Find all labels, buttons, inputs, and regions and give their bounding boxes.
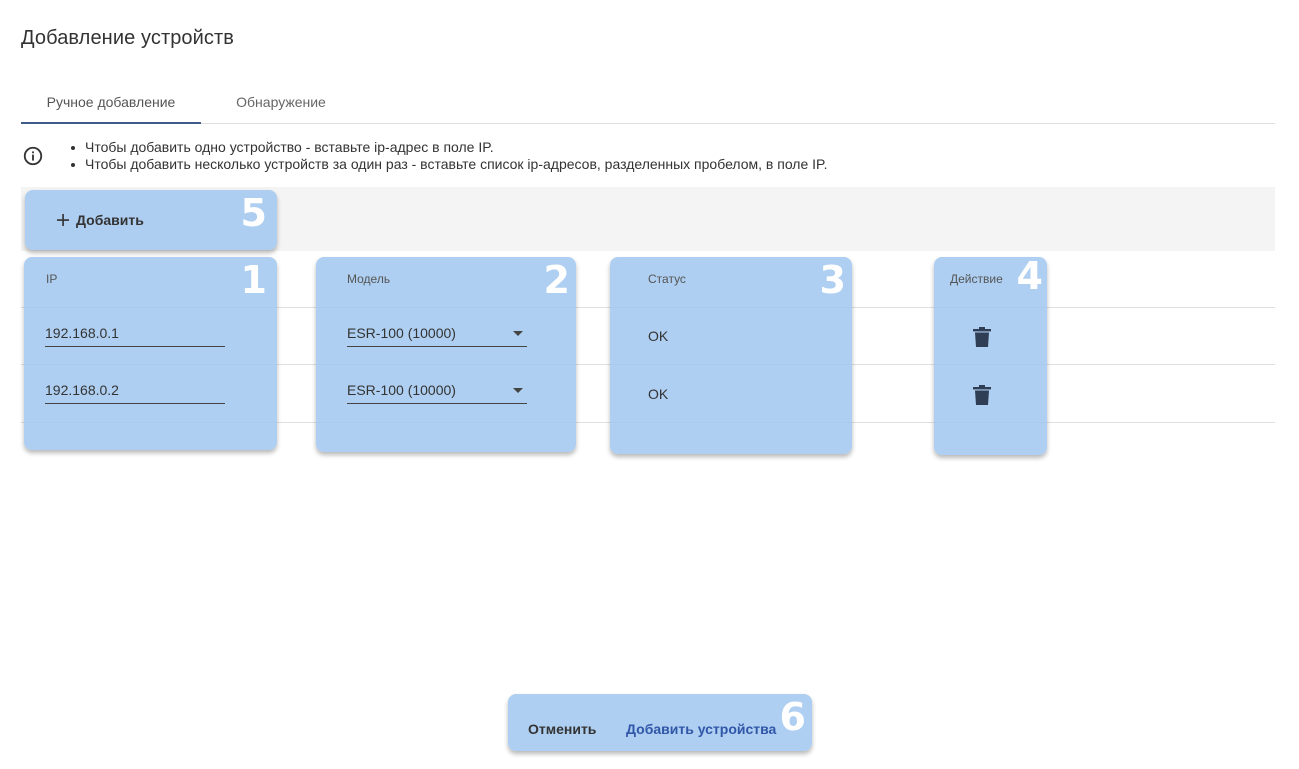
column-header-model: Модель bbox=[347, 272, 391, 286]
column-header-action: Действие bbox=[950, 272, 1003, 286]
callout-number: 5 bbox=[240, 191, 267, 235]
model-select[interactable]: ESR-100 (10000) bbox=[347, 323, 527, 347]
add-row-label: Добавить bbox=[76, 212, 144, 228]
caret-down-icon bbox=[513, 388, 523, 393]
ip-input[interactable]: 192.168.0.2 bbox=[45, 380, 225, 404]
callout-number: 4 bbox=[1016, 254, 1043, 298]
trash-icon[interactable] bbox=[973, 385, 991, 405]
status-text: OK bbox=[648, 386, 669, 402]
hint-list: Чтобы добавить одно устройство - вставьт… bbox=[70, 139, 828, 173]
trash-icon[interactable] bbox=[973, 327, 991, 347]
caret-down-icon bbox=[513, 331, 523, 336]
callout-highlight-model: 2 bbox=[316, 257, 576, 452]
column-header-ip: IP bbox=[46, 272, 58, 286]
callout-number: 1 bbox=[240, 258, 267, 302]
tab-manual-add[interactable]: Ручное добавление bbox=[21, 80, 201, 124]
cancel-button[interactable]: Отменить bbox=[520, 716, 604, 742]
tab-discovery[interactable]: Обнаружение bbox=[211, 80, 351, 123]
hint-single: Чтобы добавить одно устройство - вставьт… bbox=[70, 139, 827, 156]
info-icon bbox=[23, 146, 43, 166]
callout-highlight-ip: 1 bbox=[24, 257, 277, 450]
dialog-title: Добавление устройств bbox=[21, 27, 235, 49]
column-header-status: Статус bbox=[648, 272, 686, 286]
plus-icon bbox=[57, 214, 69, 226]
tab-bar: Ручное добавление Обнаружение bbox=[21, 80, 1275, 124]
callout-number: 6 bbox=[779, 695, 806, 739]
callout-number: 2 bbox=[543, 258, 570, 302]
ip-input[interactable]: 192.168.0.1 bbox=[45, 323, 225, 347]
model-select-value: ESR-100 (10000) bbox=[347, 325, 456, 341]
callout-number: 3 bbox=[819, 258, 846, 302]
status-text: OK bbox=[648, 328, 669, 344]
callout-highlight-action: 4 bbox=[934, 257, 1047, 455]
hint-multiple: Чтобы добавить несколько устройств за од… bbox=[70, 156, 828, 172]
add-row-button[interactable]: Добавить bbox=[54, 208, 144, 232]
model-select-value: ESR-100 (10000) bbox=[347, 382, 456, 398]
model-select[interactable]: ESR-100 (10000) bbox=[347, 380, 527, 404]
callout-highlight-status: 3 bbox=[610, 257, 852, 454]
add-devices-button[interactable]: Добавить устройства bbox=[620, 716, 782, 742]
